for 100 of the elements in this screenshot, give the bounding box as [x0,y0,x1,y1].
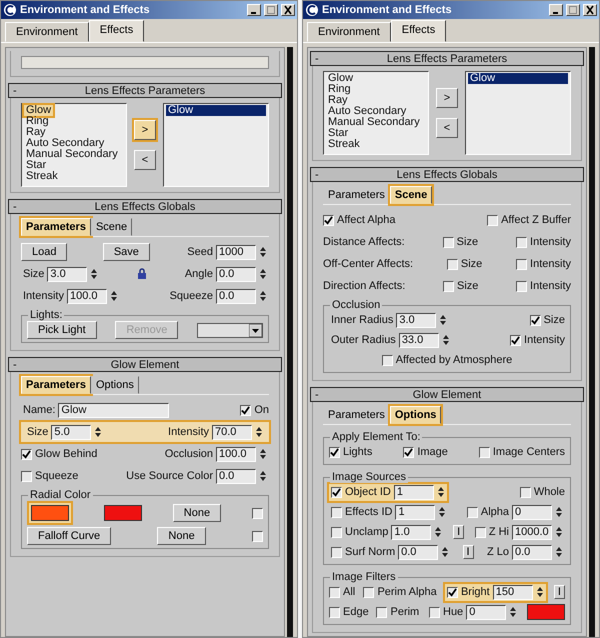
spinner-arrows-icon[interactable] [509,605,518,619]
checkbox[interactable]: All [329,586,356,598]
number-field[interactable]: 1000.0 [512,524,552,540]
spinner-arrows-icon[interactable] [442,333,450,347]
checkbox[interactable] [446,586,458,598]
number-field[interactable]: 0 [512,504,552,520]
scrollbar[interactable] [287,47,293,637]
list-item[interactable]: Auto Secondary [326,106,408,117]
spinner-arrows-icon[interactable] [554,525,563,539]
dropdown[interactable] [196,322,263,338]
list-item[interactable]: Ring [24,116,51,127]
checkbox[interactable]: Size [530,314,565,326]
list-item[interactable]: Ray [326,95,350,106]
checkbox[interactable]: Intensity [516,236,571,248]
number-field[interactable]: 0.0 [216,288,256,304]
checkbox[interactable]: Size [442,236,478,248]
lock-icon[interactable] [136,268,147,280]
list-item[interactable]: Manual Secondary [326,117,422,128]
number-field[interactable]: 100.0 [66,288,107,304]
scrollbar[interactable] [589,47,595,637]
number-field[interactable]: 5.0 [51,424,92,440]
list-item[interactable]: Glow [166,105,266,116]
checkbox[interactable] [252,530,263,542]
number-field[interactable]: 3.0 [47,266,88,282]
collapse-toggle[interactable]: - [315,168,325,180]
spinner-arrows-icon[interactable] [434,525,442,539]
checkbox[interactable]: Intensity [516,258,571,270]
number-field[interactable]: 1 [394,484,434,500]
spinner-arrows-icon[interactable] [258,245,267,259]
number-field[interactable]: 1.0 [391,524,432,540]
checkbox[interactable]: Squeeze [21,470,78,482]
rollout-header[interactable]: - Lens Effects Parameters [8,83,282,98]
checkbox[interactable]: Edge [329,606,369,618]
checkbox[interactable]: Glow Behind [21,448,98,460]
checkbox[interactable] [331,506,342,518]
checkbox[interactable]: Intensity [510,334,565,346]
spinner-arrows-icon[interactable] [94,425,102,439]
minimize-icon[interactable] [247,4,261,16]
checkbox[interactable]: Affect Alpha [323,214,396,226]
collapse-toggle[interactable]: - [315,388,325,400]
list-box[interactable]: Glow Ring Ray Auto Secondary Manual Secondary Star Streak [323,71,429,155]
tab[interactable]: Effects [88,20,144,42]
checkbox[interactable]: Affect Z Buffer [487,214,571,226]
remove-button[interactable]: < [436,118,458,138]
remove-button[interactable]: < [134,150,156,170]
rollout-header[interactable]: - Lens Effects Globals [310,167,584,182]
list-box[interactable]: Glow [465,71,571,155]
spinner-arrows-icon[interactable] [441,545,450,559]
rollout-header[interactable]: - Lens Effects Globals [8,199,282,214]
list-item[interactable]: Manual Secondary [24,149,120,160]
button[interactable]: Save [102,243,150,261]
number-field[interactable]: 100.0 [216,446,256,462]
number-field[interactable]: 70.0 [212,424,252,440]
checkbox[interactable] [429,606,440,618]
checkbox[interactable]: Image [403,446,448,458]
spinner-arrows-icon[interactable] [436,485,445,499]
dropdown-arrow-icon[interactable] [248,324,262,336]
number-field[interactable]: 150 [492,584,533,600]
checkbox[interactable] [474,526,486,538]
close-icon[interactable] [281,4,295,16]
checkbox[interactable]: Affected by Atmosphere [382,354,512,366]
tab[interactable]: Scene [90,218,132,236]
checkbox[interactable] [466,506,478,518]
number-field[interactable]: 1 [395,504,436,520]
spinner-arrows-icon[interactable] [555,505,563,519]
list-item[interactable]: Glow [24,105,54,116]
collapse-toggle[interactable]: - [13,358,23,370]
number-field[interactable]: 0.0 [216,468,256,484]
color-swatch[interactable] [526,604,565,620]
button[interactable]: Falloff Curve [27,527,112,545]
number-field[interactable]: 0.0 [216,266,256,282]
list-item[interactable]: Ray [24,127,48,138]
color-swatch[interactable] [104,505,142,521]
tab[interactable]: Scene [390,186,432,204]
checkbox[interactable]: Intensity [516,280,571,292]
number-field[interactable]: 0 [466,604,506,620]
checkbox[interactable]: On [240,404,269,416]
list-item[interactable]: Glow [326,73,356,84]
collapse-toggle[interactable]: - [13,200,23,212]
rollout-header[interactable]: - Glow Element [310,387,584,402]
number-field[interactable]: 3.0 [396,312,436,328]
list-box[interactable]: Glow [163,103,269,187]
list-item[interactable]: Glow [468,73,568,84]
checkbox[interactable]: Size [442,280,478,292]
button[interactable]: I [462,545,474,559]
spinner-arrows-icon[interactable] [439,313,448,327]
tab[interactable]: Environment [5,22,89,42]
tab[interactable]: Options [90,376,139,394]
close-icon[interactable] [583,4,597,16]
tab[interactable]: Options [390,406,442,424]
checkbox[interactable]: Perim Alpha [363,586,437,598]
rollout-header[interactable]: - Lens Effects Parameters [310,51,584,66]
list-item[interactable]: Star [24,160,48,171]
checkbox[interactable]: Image Centers [478,446,565,458]
checkbox[interactable] [252,508,263,518]
list-item[interactable]: Streak [24,171,60,182]
maximize-icon[interactable] [566,4,580,16]
list-item[interactable]: Star [326,128,350,139]
number-field[interactable]: 1000 [216,244,256,260]
button[interactable]: None [157,527,206,545]
